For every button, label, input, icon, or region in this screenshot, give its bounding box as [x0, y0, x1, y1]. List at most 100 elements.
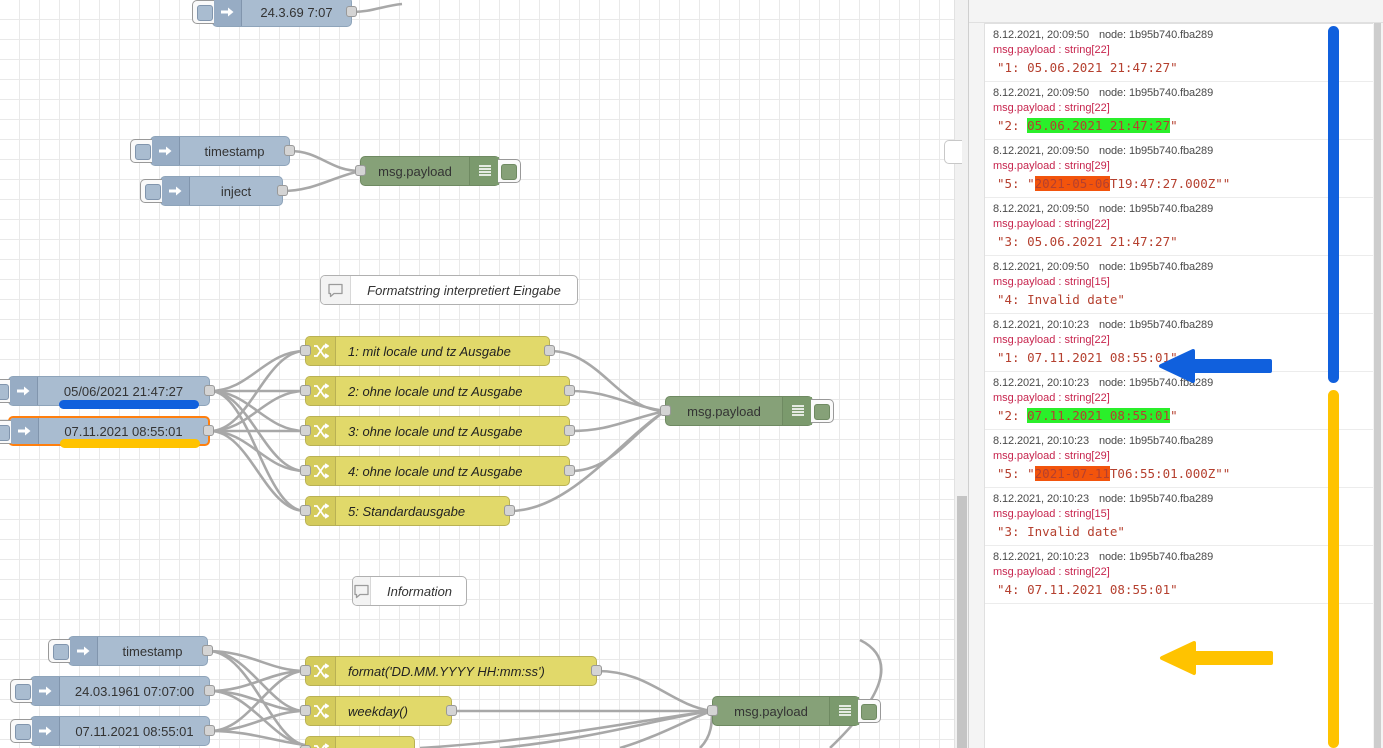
node-inject-timestamp-1[interactable]: timestamp: [130, 136, 295, 166]
debug-value-highlight: 05.06.2021 21:47:27: [1027, 118, 1171, 133]
node-change-2[interactable]: 2: ohne locale und tz Ausgabe: [300, 376, 575, 406]
output-port[interactable]: [564, 385, 575, 396]
input-port[interactable]: [300, 385, 311, 396]
node-debug-2[interactable]: msg.payload: [660, 396, 834, 426]
node-change-3[interactable]: 3: ohne locale und tz Ausgabe: [300, 416, 575, 446]
inject-trigger-button[interactable]: [140, 179, 162, 203]
node-inject-07-11-2021-selected[interactable]: 07.11.2021 08:55:01: [0, 416, 214, 448]
debug-node-id[interactable]: node: 1b95b740.fba289: [1099, 87, 1213, 99]
inject-arrow-icon: [31, 677, 60, 705]
input-port[interactable]: [300, 665, 311, 676]
debug-node-id[interactable]: node: 1b95b740.fba289: [1099, 203, 1213, 215]
node-label: Formatstring interpretiert Eingabe: [367, 282, 561, 298]
debug-scrollbar-thumb[interactable]: [1374, 23, 1381, 748]
debug-timestamp: 8.12.2021, 20:10:23: [993, 435, 1089, 447]
output-port[interactable]: [204, 725, 215, 736]
input-port[interactable]: [300, 425, 311, 436]
debug-value: "5: "2021-05-06T19:47:27.000Z"": [997, 176, 1231, 191]
inject-trigger-button[interactable]: [0, 420, 11, 444]
debug-node-id[interactable]: node: 1b95b740.fba289: [1099, 261, 1213, 273]
debug-message-meta: 8.12.2021, 20:10:23 node: 1b95b740.fba289: [993, 493, 1373, 505]
output-port[interactable]: [346, 6, 357, 17]
output-port[interactable]: [203, 425, 214, 436]
input-port[interactable]: [355, 165, 366, 176]
node-comment-information[interactable]: Information: [352, 576, 467, 606]
node-label: 1: mit locale und tz Ausgabe: [348, 343, 511, 359]
debug-node-id[interactable]: node: 1b95b740.fba289: [1099, 493, 1213, 505]
debug-message[interactable]: 8.12.2021, 20:09:50 node: 1b95b740.fba289…: [985, 140, 1373, 198]
debug-value: "4: 07.11.2021 08:55:01": [997, 582, 1178, 597]
node-change-format[interactable]: format('DD.MM.YYYY HH:mm:ss'): [300, 656, 602, 686]
node-comment-formatstring[interactable]: Formatstring interpretiert Eingabe: [320, 275, 578, 305]
debug-enable-button[interactable]: [858, 699, 881, 723]
input-port[interactable]: [300, 705, 311, 716]
debug-message[interactable]: 8.12.2021, 20:09:50 node: 1b95b740.fba289…: [985, 24, 1373, 82]
input-port[interactable]: [707, 705, 718, 716]
debug-scrollbar-track[interactable]: [1373, 23, 1383, 748]
node-debug-3[interactable]: msg.payload: [707, 696, 881, 726]
debug-message[interactable]: 8.12.2021, 20:09:50 node: 1b95b740.fba289…: [985, 198, 1373, 256]
debug-node-id[interactable]: node: 1b95b740.fba289: [1099, 145, 1213, 157]
debug-enable-button[interactable]: [811, 399, 834, 423]
output-port[interactable]: [204, 385, 215, 396]
output-port[interactable]: [504, 505, 515, 516]
node-label: 5: Standardausgabe: [348, 503, 466, 519]
debug-message-meta: 8.12.2021, 20:09:50 node: 1b95b740.fba289: [993, 29, 1373, 41]
node-change-1[interactable]: 1: mit locale und tz Ausgabe: [300, 336, 555, 366]
output-port[interactable]: [277, 185, 288, 196]
node-debug-1[interactable]: msg.payload: [355, 156, 521, 186]
node-change-5[interactable]: 5: Standardausgabe: [300, 496, 515, 526]
node-inject-timestamp-2[interactable]: timestamp: [48, 636, 213, 666]
inject-trigger-button[interactable]: [130, 139, 152, 163]
inject-trigger-button[interactable]: [10, 719, 32, 743]
input-port[interactable]: [300, 345, 311, 356]
output-port[interactable]: [564, 425, 575, 436]
node-inject-07-11-2021-bottom[interactable]: 07.11.2021 08:55:01: [10, 716, 215, 746]
debug-node-id[interactable]: node: 1b95b740.fba289: [1099, 435, 1213, 447]
debug-node-id[interactable]: node: 1b95b740.fba289: [1099, 319, 1213, 331]
output-port[interactable]: [204, 685, 215, 696]
node-inject-24-3-69[interactable]: 24.3.69 7:07: [192, 0, 357, 27]
inject-trigger-button[interactable]: [192, 0, 214, 24]
output-port[interactable]: [446, 705, 457, 716]
debug-property: msg.payload : string[15]: [993, 276, 1110, 288]
debug-message[interactable]: 8.12.2021, 20:10:23 node: 1b95b740.fba289…: [985, 546, 1373, 604]
blue-group-marker: [1328, 26, 1339, 383]
debug-message[interactable]: 8.12.2021, 20:09:50 node: 1b95b740.fba289…: [985, 256, 1373, 314]
flow-canvas[interactable]: 24.3.69 7:07 timestamp inject msg.payloa…: [0, 0, 968, 748]
debug-property: msg.payload : string[22]: [993, 566, 1110, 578]
debug-message[interactable]: 8.12.2021, 20:09:50 node: 1b95b740.fba289…: [985, 82, 1373, 140]
node-inject-05-06-2021[interactable]: 05/06/2021 21:47:27: [0, 376, 215, 409]
input-port[interactable]: [660, 405, 671, 416]
canvas-vertical-scrollbar-track[interactable]: [954, 0, 968, 748]
node-change-4[interactable]: 4: ohne locale und tz Ausgabe: [300, 456, 575, 486]
inject-trigger-button[interactable]: [48, 639, 70, 663]
output-port[interactable]: [564, 465, 575, 476]
debug-timestamp: 8.12.2021, 20:09:50: [993, 145, 1089, 157]
debug-timestamp: 8.12.2021, 20:09:50: [993, 261, 1089, 273]
debug-enable-button[interactable]: [498, 159, 521, 183]
debug-message-meta: 8.12.2021, 20:10:23 node: 1b95b740.fba289: [993, 435, 1373, 447]
debug-timestamp: 8.12.2021, 20:09:50: [993, 29, 1089, 41]
output-port[interactable]: [591, 665, 602, 676]
node-inject-inject-1[interactable]: inject: [140, 176, 288, 206]
debug-node-id[interactable]: node: 1b95b740.fba289: [1099, 551, 1213, 563]
output-port[interactable]: [284, 145, 295, 156]
node-label: timestamp: [204, 143, 265, 159]
input-port[interactable]: [300, 505, 311, 516]
canvas-vertical-scrollbar-thumb[interactable]: [957, 496, 967, 748]
debug-node-id[interactable]: node: 1b95b740.fba289: [1099, 29, 1213, 41]
input-port[interactable]: [300, 465, 311, 476]
debug-message[interactable]: 8.12.2021, 20:10:23 node: 1b95b740.fba289…: [985, 430, 1373, 488]
debug-value: "2: 05.06.2021 21:47:27": [997, 118, 1178, 133]
node-change-weekday[interactable]: weekday(): [300, 696, 457, 726]
output-port[interactable]: [202, 645, 213, 656]
node-change-partial-bottom[interactable]: [300, 736, 415, 748]
output-port[interactable]: [544, 345, 555, 356]
inject-trigger-button[interactable]: [10, 679, 32, 703]
inject-trigger-button[interactable]: [0, 379, 10, 403]
node-label: 3: ohne locale und tz Ausgabe: [348, 423, 523, 439]
debug-message[interactable]: 8.12.2021, 20:10:23 node: 1b95b740.fba289…: [985, 488, 1373, 546]
node-inject-24-03-1961[interactable]: 24.03.1961 07:07:00: [10, 676, 215, 706]
debug-property: msg.payload : string[29]: [993, 160, 1110, 172]
